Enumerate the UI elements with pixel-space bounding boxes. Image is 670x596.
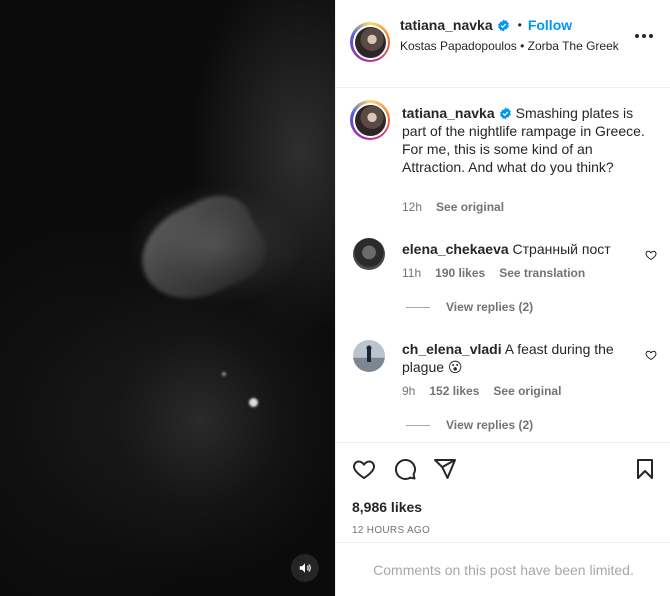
- comment-likes[interactable]: 190 likes: [435, 266, 485, 280]
- more-horizontal-icon[interactable]: [635, 34, 653, 38]
- comment-time: 9h: [402, 384, 416, 398]
- share-icon[interactable]: [433, 457, 457, 486]
- author-avatar[interactable]: [350, 22, 390, 62]
- comment-time: 11h: [402, 266, 422, 280]
- commenter-username[interactable]: ch_elena_vladi: [402, 341, 502, 357]
- view-replies-label: View replies (2): [446, 300, 534, 314]
- verified-badge-icon: [499, 107, 512, 120]
- likes-count[interactable]: 8,986 likes: [352, 499, 422, 515]
- heart-icon[interactable]: [352, 457, 376, 486]
- commenter-avatar[interactable]: [353, 340, 385, 372]
- see-translation-button[interactable]: See translation: [499, 266, 585, 280]
- commenter-username[interactable]: elena_chekaeva: [402, 241, 509, 257]
- follow-button[interactable]: Follow: [528, 17, 572, 33]
- video-light-spot: [222, 372, 226, 376]
- comments-limited-notice: Comments on this post have been limited.: [336, 542, 670, 596]
- post-actions: 8,986 likes 12 HOURS AGO: [336, 442, 670, 554]
- author-username[interactable]: tatiana_navka: [400, 17, 493, 33]
- comment-icon[interactable]: [393, 457, 417, 486]
- video-frame-highlight: [126, 183, 274, 317]
- see-original-button[interactable]: See original: [436, 200, 504, 214]
- separator-dot: •: [517, 18, 522, 32]
- caption-author-avatar[interactable]: [350, 100, 390, 140]
- like-comment-heart-icon[interactable]: [645, 248, 657, 266]
- audio-track-link[interactable]: Kostas Papadopoulos • Zorba The Greek: [400, 38, 620, 54]
- see-original-button[interactable]: See original: [493, 384, 561, 398]
- video-light-spot: [249, 398, 258, 407]
- comment-text: Странный пост: [512, 241, 611, 257]
- post-details-panel: tatiana_navka • Follow Kostas Papadopoul…: [335, 0, 670, 596]
- like-comment-heart-icon[interactable]: [645, 348, 657, 366]
- view-replies-button[interactable]: View replies (2): [406, 418, 533, 432]
- verified-badge-icon: [497, 19, 510, 32]
- post-video[interactable]: [0, 0, 335, 596]
- caption-username[interactable]: tatiana_navka: [402, 105, 495, 121]
- post-timestamp: 12 HOURS AGO: [352, 525, 431, 536]
- post-header: tatiana_navka • Follow Kostas Papadopoul…: [336, 0, 670, 88]
- caption-text-block: tatiana_navka Smashing plates is part of …: [402, 104, 647, 176]
- speaker-icon[interactable]: [291, 554, 319, 582]
- commenter-avatar[interactable]: [353, 238, 385, 270]
- bookmark-icon[interactable]: [633, 457, 657, 486]
- caption-time: 12h: [402, 200, 423, 214]
- comment-likes[interactable]: 152 likes: [429, 384, 479, 398]
- view-replies-label: View replies (2): [446, 418, 534, 432]
- view-replies-button[interactable]: View replies (2): [406, 300, 533, 314]
